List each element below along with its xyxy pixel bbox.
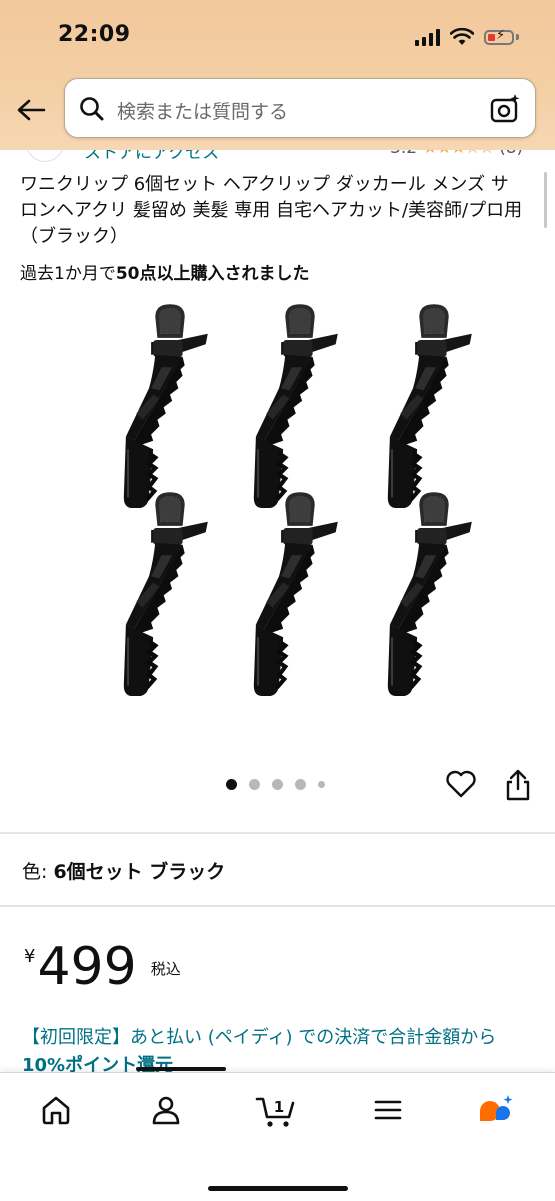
hair-clips-image [0,296,555,736]
share-icon [506,769,530,801]
cart-icon: 1 [255,1097,295,1127]
price-currency: ¥ [24,946,36,967]
rufus-ai-icon [480,1095,513,1121]
scrollbar [544,172,547,228]
store-logo [26,150,64,162]
store-link[interactable]: ストアにアクセス [84,150,219,163]
carousel-dot-2[interactable] [249,779,260,790]
carousel-dot-4[interactable] [295,779,306,790]
search-input[interactable]: 検索または質問する [117,97,288,124]
variant-value: 6個セット ブラック [53,861,226,883]
cellular-signal-icon [415,28,440,46]
color-variant-selector[interactable]: 色: 6個セット ブラック [22,857,225,884]
bottom-navigation: 1 [0,1067,555,1201]
active-tab-indicator [136,1067,226,1071]
nav-account[interactable] [136,1093,196,1143]
carousel-dot-1[interactable] [226,779,237,790]
battery-cap [516,34,519,40]
wishlist-button[interactable] [444,767,478,801]
promo-text: 【初回限定】あと払い (ペイディ) での決済で合計金額から [22,1027,497,1048]
rating-value: 3.2 [390,150,417,158]
nav-home[interactable] [26,1093,86,1143]
variant-label: 色: [22,861,54,883]
search-icon [80,97,104,121]
back-button[interactable] [14,93,48,127]
carousel-dot-5[interactable] [318,781,325,788]
store-rating-row: ストアにアクセス 3.2 ★★★☆☆ (8) [0,150,555,164]
rating-stars: ★★★☆☆ [422,150,494,158]
app-header: 22:09 ⚡ 検索または質問する [0,0,555,150]
cart-count: 1 [274,1098,284,1116]
camera-lens-icon[interactable] [489,93,521,125]
rating-summary[interactable]: 3.2 ★★★☆☆ (8) [390,150,523,158]
battery-icon: ⚡ [484,29,514,45]
status-time: 22:09 [58,22,131,47]
price-amount: 499 [37,937,137,997]
status-icons: ⚡ [415,24,519,50]
carousel-dot-3[interactable] [272,779,283,790]
purchase-count: 50点以上購入されました [115,264,310,284]
home-indicator [208,1186,348,1191]
nav-rufus[interactable] [466,1093,526,1143]
tax-note: 税込 [150,960,181,978]
wifi-icon [450,28,474,45]
heart-icon [446,770,476,798]
product-image[interactable] [0,296,555,736]
carousel-indicator[interactable] [226,779,325,790]
search-bar[interactable]: 検索または質問する [64,78,536,138]
menu-icon [374,1100,402,1120]
price-block: ¥ 499 税込 [24,938,181,996]
purchase-prefix: 過去1か月で [20,264,116,284]
section-divider [0,905,555,907]
share-button[interactable] [503,767,533,803]
product-title: ワニクリップ 6個セット ヘアクリップ ダッカール メンズ サロンヘアクリ 髪留… [20,174,523,247]
section-divider [0,832,555,834]
review-count: (8) [499,150,523,158]
home-icon [42,1096,70,1125]
account-icon [152,1096,180,1125]
nav-cart[interactable]: 1 [246,1093,306,1143]
nav-menu[interactable] [358,1093,418,1143]
purchase-count-note: 過去1か月で50点以上購入されました [20,259,310,284]
back-arrow-icon [17,99,46,121]
paidy-promo-link[interactable]: 【初回限定】あと払い (ペイディ) での決済で合計金額から10%ポイント還元 [22,1024,532,1072]
